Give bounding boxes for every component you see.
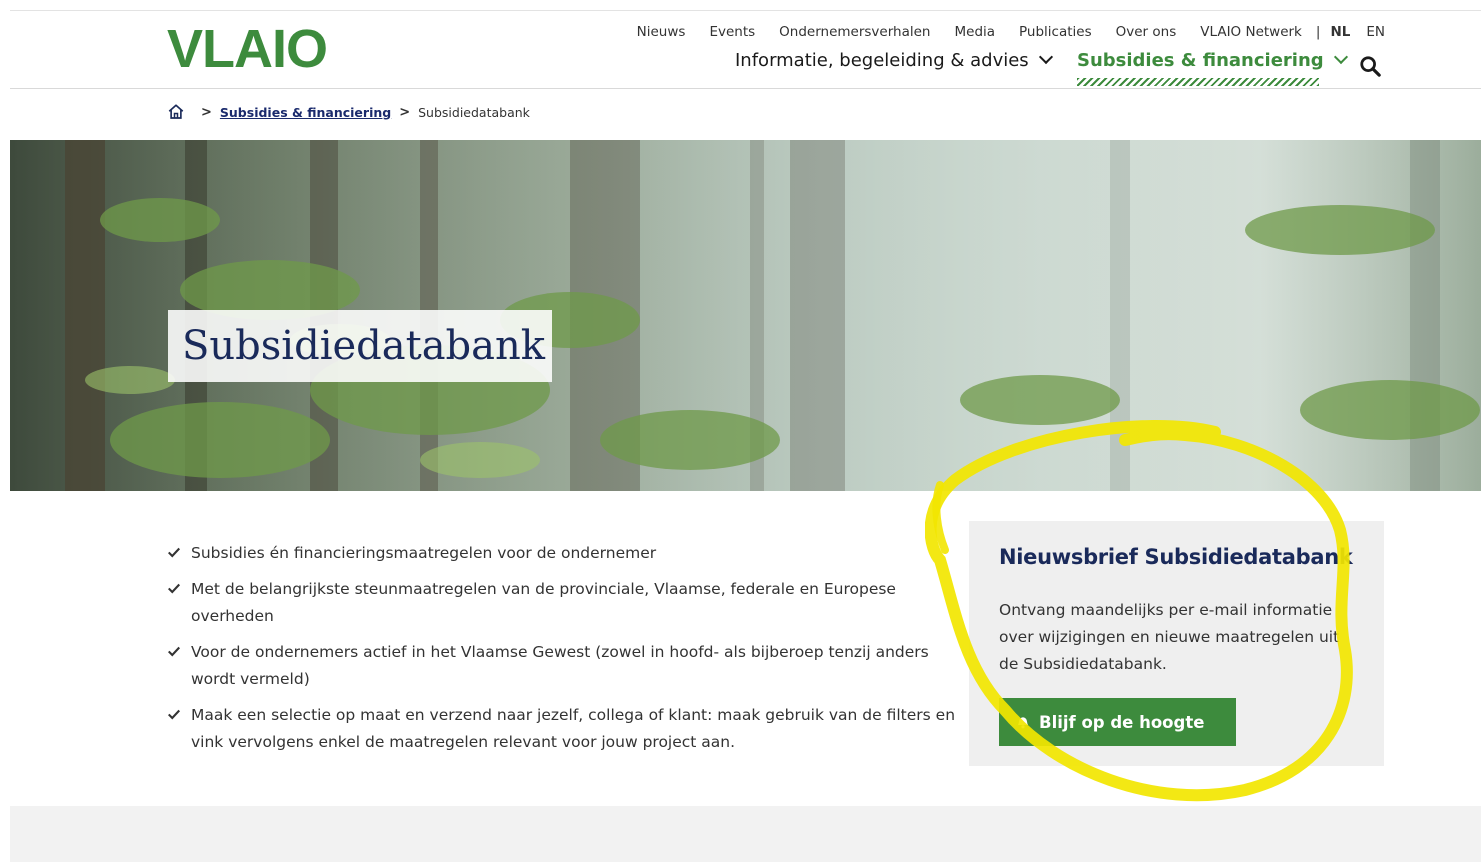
top-divider: [10, 10, 1481, 11]
nav-events[interactable]: Events: [709, 24, 755, 40]
page-title: Subsidiedatabank: [168, 310, 552, 382]
nav-informatie-menu[interactable]: Informatie, begeleiding & advies: [735, 49, 1053, 71]
list-item-text: Maak een selectie op maat en verzend naa…: [191, 706, 956, 751]
check-icon: [168, 583, 181, 594]
chevron-down-icon: [1333, 49, 1348, 65]
newsletter-title: Nieuwsbrief Subsidiedatabank: [999, 545, 1353, 569]
subscribe-button[interactable]: Blijf op de hoogte: [999, 698, 1236, 746]
check-icon: [168, 646, 181, 657]
breadcrumb-separator: >: [201, 104, 212, 120]
nav-over-ons[interactable]: Over ons: [1116, 24, 1177, 40]
subscribe-button-label: Blijf op de hoogte: [1039, 712, 1205, 732]
list-item: Subsidies én financieringsmaatregelen vo…: [167, 540, 957, 567]
check-icon: [168, 547, 181, 558]
newsletter-box: Nieuwsbrief Subsidiedatabank Ontvang maa…: [969, 521, 1384, 766]
list-item: Met de belangrijkste steunmaatregelen va…: [167, 576, 957, 630]
nav-informatie-label: Informatie, begeleiding & advies: [735, 50, 1029, 71]
breadcrumb-current: Subsidiedatabank: [418, 104, 530, 120]
nav-ondernemersverhalen[interactable]: Ondernemersverhalen: [779, 24, 930, 40]
lang-en[interactable]: EN: [1366, 24, 1385, 40]
nav-media[interactable]: Media: [954, 24, 995, 40]
check-icon: [168, 709, 181, 720]
active-nav-indicator: [1077, 78, 1319, 86]
search-icon[interactable]: [1359, 55, 1381, 77]
breadcrumb: > Subsidies & financiering > Subsidiedat…: [167, 103, 530, 121]
nav-nieuws[interactable]: Nieuws: [637, 24, 686, 40]
nav-subsidies-menu[interactable]: Subsidies & financiering: [1077, 49, 1348, 71]
nav-vlaio-netwerk[interactable]: VLAIO Netwerk: [1200, 24, 1302, 40]
feature-list: Subsidies én financieringsmaatregelen vo…: [167, 540, 957, 765]
list-item-text: Voor de ondernemers actief in het Vlaams…: [191, 643, 929, 688]
list-item-text: Subsidies én financieringsmaatregelen vo…: [191, 544, 657, 562]
header-divider: [10, 88, 1481, 89]
utility-nav: Nieuws Events Ondernemersverhalen Media …: [613, 24, 1385, 40]
vlaio-logo[interactable]: VLAIO: [167, 20, 328, 78]
bell-icon: [1018, 717, 1028, 729]
main-nav: Informatie, begeleiding & advies Subsidi…: [735, 49, 1391, 90]
list-item-text: Met de belangrijkste steunmaatregelen va…: [191, 580, 896, 625]
home-icon[interactable]: [167, 103, 185, 121]
lang-nl[interactable]: NL: [1330, 24, 1350, 40]
list-item: Voor de ondernemers actief in het Vlaams…: [167, 639, 957, 693]
breadcrumb-separator: >: [399, 104, 411, 120]
nav-subsidies-label: Subsidies & financiering: [1077, 50, 1324, 71]
chevron-down-icon: [1038, 49, 1053, 65]
nav-separator: |: [1315, 24, 1321, 40]
nav-publicaties[interactable]: Publicaties: [1019, 24, 1092, 40]
footer-band: [10, 806, 1481, 862]
breadcrumb-link-subsidies[interactable]: Subsidies & financiering: [220, 105, 391, 120]
list-item: Maak een selectie op maat en verzend naa…: [167, 702, 957, 756]
newsletter-text: Ontvang maandelijks per e-mail informati…: [999, 601, 1340, 673]
